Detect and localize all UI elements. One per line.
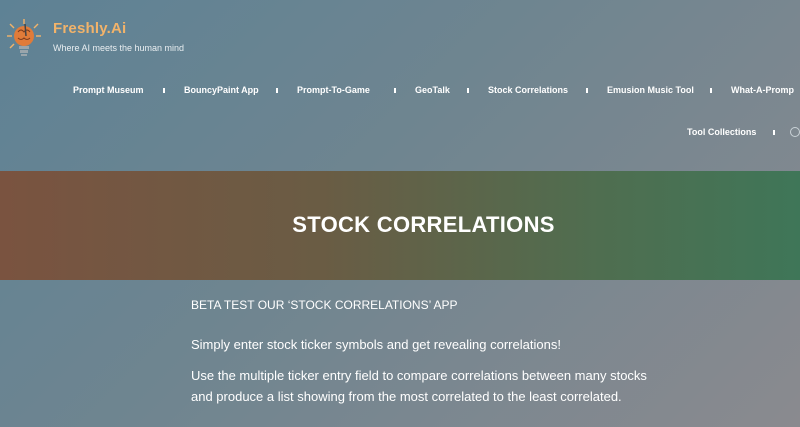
- brand-tagline: Where AI meets the human mind: [53, 43, 185, 53]
- nav-item-bouncypaint-app[interactable]: BouncyPaint App: [184, 85, 259, 95]
- nav-separator: [163, 88, 165, 93]
- page-title: STOCK CORRELATIONS: [292, 212, 555, 237]
- nav-separator: [710, 88, 712, 93]
- nav-separator: [773, 130, 775, 135]
- nav-separator: [586, 88, 588, 93]
- nav-separator: [467, 88, 469, 93]
- intro-paragraph: Simply enter stock ticker symbols and ge…: [191, 337, 561, 352]
- lightbulb-brain-icon[interactable]: [6, 18, 42, 58]
- nav-item-prompt-museum[interactable]: Prompt Museum: [73, 85, 144, 95]
- nav-item-geotalk[interactable]: GeoTalk: [415, 85, 450, 95]
- user-icon[interactable]: [790, 127, 800, 137]
- page-banner: STOCK CORRELATIONS: [0, 171, 800, 280]
- brand-name[interactable]: Freshly.Ai: [53, 20, 126, 37]
- nav-item-what-a-prompt[interactable]: What-A-Promp: [731, 85, 794, 95]
- nav-separator: [276, 88, 278, 93]
- nav-separator: [394, 88, 396, 93]
- site-header: Freshly.Ai Where AI meets the human mind…: [0, 0, 800, 170]
- nav-item-tool-collections[interactable]: Tool Collections: [687, 127, 756, 137]
- nav-item-stock-correlations[interactable]: Stock Correlations: [488, 85, 568, 95]
- nav-item-prompt-to-game[interactable]: Prompt-To-Game: [297, 85, 370, 95]
- main-content: BETA TEST OUR ‘STOCK CORRELATIONS’ APP S…: [191, 298, 651, 407]
- description-paragraph: Use the multiple ticker entry field to c…: [191, 368, 647, 404]
- beta-heading: BETA TEST OUR ‘STOCK CORRELATIONS’ APP: [191, 298, 458, 312]
- nav-item-emusion-music-tool[interactable]: Emusion Music Tool: [607, 85, 694, 95]
